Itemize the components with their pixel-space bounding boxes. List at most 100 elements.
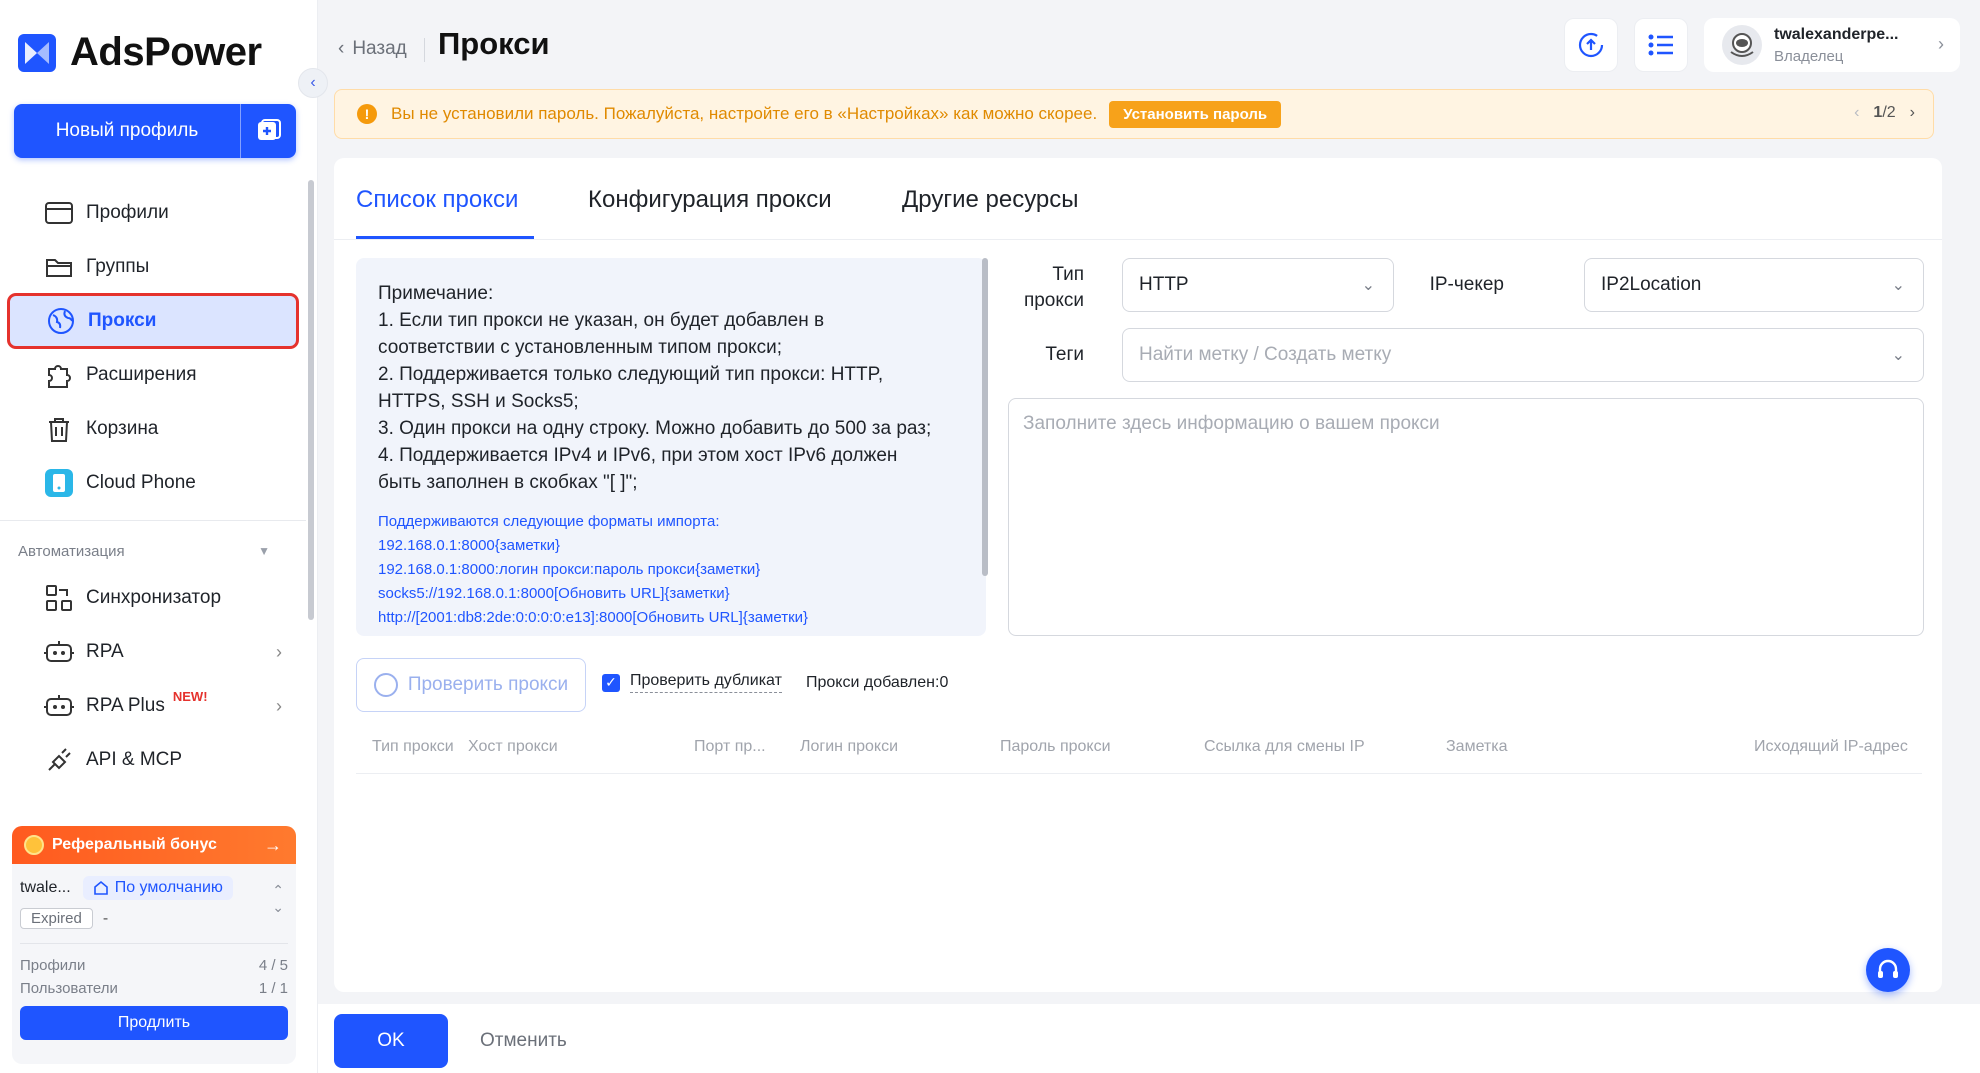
home-icon — [93, 880, 108, 895]
trash-icon — [44, 414, 74, 444]
arrow-right-icon: → — [264, 834, 282, 855]
warning-icon: ! — [357, 104, 377, 124]
format-example: socks5://192.168.0.1:8000[Обновить URL]{… — [378, 585, 730, 602]
sync-upload-icon — [1578, 32, 1604, 58]
sidebar-item-label: API & MCP — [86, 749, 183, 770]
default-team-button[interactable]: По умолчанию — [82, 876, 233, 900]
headset-icon — [1878, 959, 1898, 978]
robot-icon — [44, 637, 74, 667]
plan-divider — [20, 943, 288, 944]
chevron-left-icon: ‹ — [338, 38, 345, 59]
note-line: быть заполнен в скобках "[ ]"; — [378, 472, 638, 493]
stat-value: 1 / 1 — [258, 980, 288, 997]
active-tab-indicator — [356, 236, 534, 239]
tab-proxy-config[interactable]: Конфигурация прокси — [588, 186, 832, 214]
ip-checker-label: IP-чекер — [1429, 274, 1504, 295]
cancel-button[interactable]: Отменить — [480, 1030, 567, 1052]
new-badge: NEW! — [172, 688, 208, 704]
support-chat-button[interactable] — [1866, 948, 1910, 992]
sidebar-item-groups[interactable]: Группы — [0, 240, 306, 294]
note-line: 2. Поддерживается только следующий тип п… — [378, 364, 884, 385]
stat-label: Профили — [20, 957, 86, 974]
renew-button[interactable]: Продлить — [20, 1006, 288, 1040]
user-name: twalexanderpe... — [1774, 25, 1899, 43]
sidebar-item-synchronizer[interactable]: Синхронизатор — [0, 571, 306, 625]
sidebar-item-label: Группы — [86, 256, 150, 277]
automation-section-toggle[interactable]: Автоматизация ▼ — [0, 531, 306, 571]
column-header: Заметка — [1446, 738, 1508, 755]
column-header: Порт пр... — [694, 738, 766, 755]
user-menu[interactable]: twalexanderpe... Владелец › — [1704, 18, 1960, 72]
default-team-label: По умолчанию — [114, 879, 223, 896]
stat-value: 4 / 5 — [258, 957, 288, 974]
task-list-button[interactable] — [1634, 18, 1688, 72]
switch-team-icon[interactable]: ⌃ ⌄ — [272, 882, 284, 916]
prev-alert-button[interactable]: ‹ — [1854, 104, 1859, 122]
sidebar-item-profiles[interactable]: Профили — [0, 186, 306, 240]
proxy-type-label-line2: прокси — [1023, 290, 1084, 311]
column-header: Логин прокси — [800, 738, 899, 755]
sidebar-item-rpa-plus[interactable]: RPA Plus NEW! › — [0, 679, 306, 733]
column-header: Ссылка для смены IP — [1204, 738, 1365, 755]
new-profile-label: Новый профиль — [55, 120, 199, 141]
back-link[interactable]: ‹ Назад — [338, 38, 407, 60]
note-line: 1. Если тип прокси не указан, он будет д… — [378, 310, 825, 331]
alert-page-current: 1 — [1873, 104, 1883, 121]
sidebar-item-cloud-phone[interactable]: Cloud Phone — [0, 456, 306, 510]
check-proxy-button[interactable]: Проверить прокси — [356, 658, 586, 712]
referral-bonus-banner[interactable]: Реферальный бонус → — [12, 826, 296, 864]
note-line: HTTPS, SSH и Socks5; — [378, 391, 579, 412]
ok-button[interactable]: OK — [334, 1014, 448, 1068]
sidebar-item-extensions[interactable]: Расширения — [0, 348, 306, 402]
batch-add-button[interactable] — [240, 104, 296, 158]
column-header: Тип прокси — [372, 738, 454, 755]
format-example: 192.168.0.1:8000{заметки} — [378, 537, 560, 554]
proxy-info-textarea[interactable]: Заполните здесь информацию о вашем прокс… — [1008, 398, 1924, 636]
tags-placeholder: Найти метку / Создать метку — [1139, 344, 1392, 365]
folder-icon — [44, 252, 74, 282]
tags-select[interactable]: Найти метку / Создать метку ⌄ — [1122, 328, 1924, 382]
chevron-down-icon: ⌄ — [1891, 347, 1905, 364]
plan-users-stat: Пользователи 1 / 1 — [12, 977, 296, 1000]
check-proxy-label: Проверить прокси — [407, 674, 569, 695]
note-scrollbar[interactable] — [982, 258, 988, 576]
user-role: Владелец — [1774, 47, 1844, 65]
formats-title: Поддерживаются следующие форматы импорта… — [378, 513, 720, 530]
proxy-type-select[interactable]: HTTP ⌄ — [1122, 258, 1394, 312]
note-line: соответствии с установленным типом прокс… — [378, 337, 783, 358]
robot-icon — [44, 691, 74, 721]
sidebar-item-label: Синхронизатор — [86, 587, 222, 608]
sidebar-item-label: Корзина — [86, 418, 159, 439]
sync-button[interactable] — [1564, 18, 1618, 72]
collapse-sidebar-button[interactable]: ‹ — [298, 68, 328, 98]
ip-checker-select[interactable]: IP2Location ⌄ — [1584, 258, 1924, 312]
proxy-globe-icon — [46, 306, 76, 336]
app-logo[interactable]: AdsPower — [18, 30, 262, 75]
chevron-right-icon: › — [276, 641, 282, 662]
format-example: 192.168.0.1:8000:логин прокси:пароль про… — [378, 561, 761, 578]
plan-user-row: twale... По умолчанию ⌃ ⌄ — [12, 864, 296, 915]
sidebar-item-proxies[interactable]: Прокси — [8, 294, 298, 348]
format-example: http://[2001:db8:2de:0:0:0:0:e13]:8000[О… — [378, 609, 809, 626]
sidebar-item-label: Расширения — [86, 364, 197, 385]
new-profile-button[interactable]: Новый профиль — [14, 104, 296, 158]
expired-value: - — [102, 909, 109, 927]
tab-proxy-list[interactable]: Список прокси — [356, 186, 518, 214]
automation-title: Автоматизация — [18, 542, 125, 560]
import-note: Примечание: 1. Если тип прокси не указан… — [356, 258, 986, 636]
check-duplicate-checkbox[interactable]: ✓ Проверить дубликат — [602, 672, 782, 693]
sidebar-scrollbar[interactable] — [308, 180, 314, 620]
column-header: Хост прокси — [468, 738, 558, 755]
tags-label: Теги — [1045, 344, 1084, 365]
title-separator — [424, 38, 425, 62]
sidebar-item-trash[interactable]: Корзина — [0, 402, 306, 456]
column-header: Пароль прокси — [1000, 738, 1111, 755]
sidebar-item-rpa[interactable]: RPA › — [0, 625, 306, 679]
next-alert-button[interactable]: › — [1910, 104, 1915, 122]
sidebar-item-api-mcp[interactable]: API & MCP — [0, 733, 306, 787]
page-header: ‹ Назад Прокси twalexanderpe... Владелец… — [318, 0, 1980, 86]
set-password-button[interactable]: Установить пароль — [1109, 100, 1282, 128]
puzzle-icon — [44, 360, 74, 390]
tab-other-resources[interactable]: Другие ресурсы — [902, 186, 1079, 214]
alert-page-total: /2 — [1882, 104, 1896, 121]
